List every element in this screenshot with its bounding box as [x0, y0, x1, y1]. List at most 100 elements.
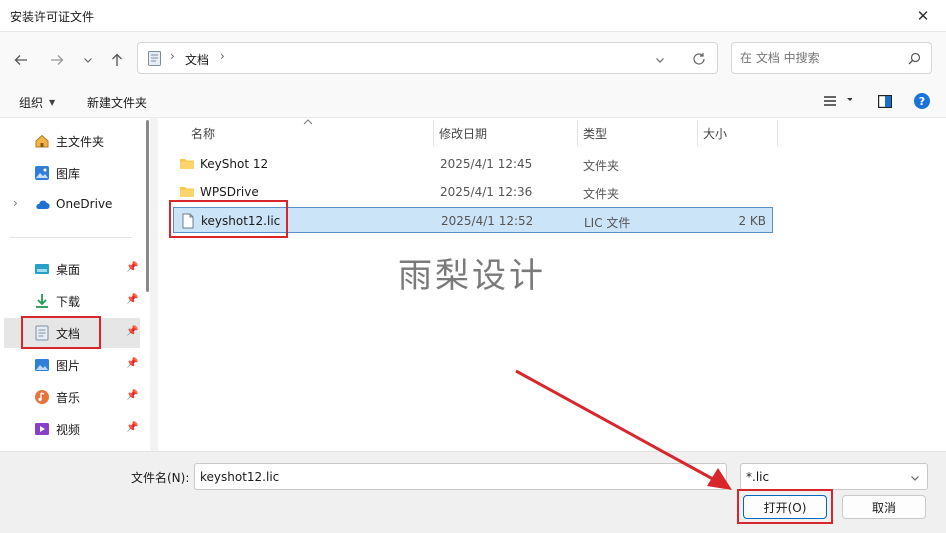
cancel-button[interactable]: 取消: [842, 495, 926, 519]
file-row-keyshot12-folder[interactable]: KeyShot 12 2025/4/1 12:45 文件夹: [173, 151, 773, 177]
breadcrumb-documents[interactable]: 文档: [185, 51, 209, 68]
search-icon[interactable]: [908, 52, 921, 65]
folder-icon: [180, 187, 194, 197]
document-icon: [35, 325, 49, 341]
chevron-right-icon[interactable]: ›: [13, 196, 18, 210]
pin-icon[interactable]: 📌: [126, 262, 138, 273]
sidebar-item-label: 桌面: [56, 263, 81, 277]
file-type-filter[interactable]: *.lic: [740, 463, 928, 490]
file-type: 文件夹: [583, 159, 620, 173]
arrow-up-icon: [112, 53, 122, 66]
sidebar-item-label: 文档: [56, 327, 81, 341]
sidebar-item-label: 音乐: [56, 391, 81, 405]
pin-icon[interactable]: 📌: [126, 390, 138, 401]
refresh-icon[interactable]: [692, 52, 706, 66]
open-button-label: 打开(O): [763, 500, 807, 515]
file-name: WPSDrive: [200, 185, 259, 199]
column-size-label: 大小: [703, 127, 728, 141]
pin-icon[interactable]: 📌: [126, 326, 138, 337]
sidebar-item-pictures[interactable]: 图片 📌: [0, 350, 145, 380]
column-header-type[interactable]: 类型: [577, 118, 697, 146]
sidebar-item-downloads[interactable]: 下载 📌: [0, 286, 145, 316]
cloud-icon: [36, 200, 50, 210]
home-icon: [35, 134, 49, 148]
new-folder-label: 新建文件夹: [87, 96, 148, 110]
sidebar-item-music[interactable]: 音乐 📌: [0, 382, 145, 412]
new-folder-button[interactable]: 新建文件夹: [87, 94, 147, 111]
column-name-label: 名称: [191, 127, 216, 141]
file-type: 文件夹: [583, 187, 620, 201]
organize-button[interactable]: 组织 ▼: [19, 94, 55, 111]
desktop-icon: [35, 264, 49, 274]
document-icon: [148, 51, 161, 66]
file-name: keyshot12.lic: [201, 214, 281, 228]
picture-icon: [35, 359, 49, 371]
back-button[interactable]: [10, 49, 32, 71]
close-button[interactable]: ✕: [900, 0, 946, 32]
up-button[interactable]: [106, 49, 128, 71]
column-divider[interactable]: [777, 120, 778, 146]
download-icon: [36, 294, 48, 308]
file-row-keyshot12-lic[interactable]: keyshot12.lic 2025/4/1 12:52 LIC 文件 2 KB: [173, 207, 773, 233]
sidebar-divider: [10, 237, 132, 238]
column-type-label: 类型: [583, 127, 608, 141]
sidebar-scrollbar[interactable]: [146, 120, 149, 292]
watermark-text: 雨梨设计: [398, 256, 546, 296]
sidebar-item-desktop[interactable]: 桌面 📌: [0, 254, 145, 284]
search-box[interactable]: [731, 42, 932, 74]
chevron-down-icon: [911, 476, 919, 481]
search-input[interactable]: [740, 49, 900, 67]
sidebar-item-label: 主文件夹: [56, 135, 105, 149]
sidebar-item-home[interactable]: 主文件夹: [0, 126, 145, 156]
file-size: 2 KB: [738, 214, 766, 228]
filename-label: 文件名(N):: [131, 471, 190, 485]
filter-value: *.lic: [746, 470, 770, 484]
sidebar-item-label: 图片: [56, 359, 81, 373]
title-bar: 安装许可证文件 ✕: [0, 0, 946, 32]
file-date: 2025/4/1 12:36: [440, 185, 533, 199]
sidebar-item-gallery[interactable]: 图库: [0, 158, 145, 188]
column-header-size[interactable]: 大小: [697, 118, 777, 146]
chevron-down-icon[interactable]: [709, 473, 719, 483]
help-icon: ?: [914, 93, 930, 109]
gallery-icon: [35, 166, 49, 180]
file-name: KeyShot 12: [200, 157, 269, 171]
column-header-name[interactable]: 名称: [173, 118, 433, 146]
caret-down-icon: ▼: [49, 98, 56, 107]
column-date-label: 修改日期: [439, 127, 488, 141]
cancel-button-label: 取消: [871, 500, 896, 515]
sidebar-item-videos[interactable]: 视频 📌: [0, 414, 145, 444]
window-title: 安装许可证文件: [10, 10, 95, 24]
arrow-left-icon: [14, 55, 27, 65]
sort-ascending-icon: [303, 119, 313, 125]
preview-pane-icon: [878, 95, 892, 108]
breadcrumb-separator: ›: [170, 49, 175, 63]
pin-icon[interactable]: 📌: [126, 358, 138, 369]
sidebar-item-documents[interactable]: 文档 📌: [4, 318, 140, 348]
open-button[interactable]: 打开(O): [743, 495, 827, 519]
organize-label: 组织: [19, 96, 44, 110]
forward-button[interactable]: [46, 49, 68, 71]
pin-icon[interactable]: 📌: [126, 294, 138, 305]
pin-icon[interactable]: 📌: [126, 422, 138, 433]
sidebar-item-onedrive[interactable]: › OneDrive: [0, 190, 145, 220]
file-row-wpsdrive-folder[interactable]: WPSDrive 2025/4/1 12:36 文件夹: [173, 179, 773, 205]
preview-pane-button[interactable]: [878, 95, 892, 108]
file-icon: [182, 213, 194, 229]
sidebar-item-label: 图库: [56, 167, 81, 181]
address-bar[interactable]: › 文档 ›: [137, 42, 718, 74]
sidebar-item-label: 视频: [56, 423, 81, 437]
folder-icon: [180, 159, 194, 169]
recent-locations-button[interactable]: [77, 49, 99, 71]
file-date: 2025/4/1 12:45: [440, 157, 533, 171]
help-button[interactable]: ?: [914, 93, 930, 109]
filename-value: keyshot12.lic: [200, 470, 280, 484]
chevron-down-icon[interactable]: [655, 55, 665, 65]
filename-input[interactable]: keyshot12.lic: [194, 463, 727, 490]
column-header-date[interactable]: 修改日期: [433, 118, 577, 146]
breadcrumb-separator[interactable]: ›: [220, 49, 225, 63]
chevron-down-icon: [84, 58, 92, 63]
file-type: LIC 文件: [584, 216, 631, 230]
view-options-button[interactable]: [824, 95, 852, 107]
list-view-icon: [824, 96, 852, 106]
